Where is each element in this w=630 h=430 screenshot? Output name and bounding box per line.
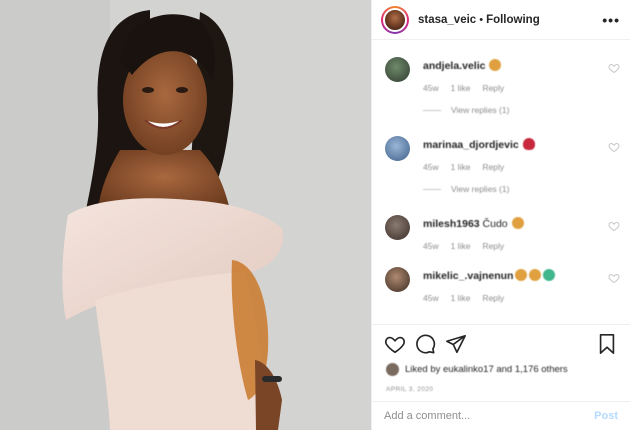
liker-avatar <box>386 363 399 376</box>
post-header: stasa_veic • Following ••• <box>372 0 630 40</box>
emoji-icon <box>522 138 535 150</box>
emoji-icon <box>515 269 528 281</box>
more-icon[interactable]: ••• <box>602 12 620 28</box>
reply-button[interactable]: Reply <box>482 241 504 251</box>
post-photo[interactable] <box>0 0 371 430</box>
commenter-avatar[interactable] <box>385 215 410 240</box>
heart-icon[interactable] <box>608 272 620 284</box>
liked-by-text[interactable]: Liked by eukalinko17 and 1,176 others <box>405 364 568 375</box>
comment-username[interactable]: andjela.velic <box>423 60 485 72</box>
heart-icon[interactable] <box>384 333 406 355</box>
commenter-avatar[interactable] <box>385 57 410 82</box>
likes-summary[interactable]: Liked by eukalinko17 and 1,176 others <box>386 363 568 376</box>
emoji-icon <box>511 217 524 229</box>
comment-input[interactable] <box>384 410 595 422</box>
emoji-icon <box>543 269 556 281</box>
comment-icon[interactable] <box>414 333 436 355</box>
share-icon[interactable] <box>445 333 467 355</box>
commenter-avatar[interactable] <box>385 267 410 292</box>
view-replies-button[interactable]: View replies (1) <box>439 184 594 194</box>
comments-list: andjela.velic 45w 1 like Reply View replie… <box>372 40 630 324</box>
separator-dot: • <box>479 13 484 26</box>
heart-icon[interactable] <box>608 141 620 153</box>
reply-button[interactable]: Reply <box>482 293 504 303</box>
post-date: APRIL 3, 2020 <box>386 386 434 393</box>
post-actions: Liked by eukalinko17 and 1,176 others AP… <box>372 324 630 401</box>
photo-illustration <box>0 0 371 430</box>
emoji-icon <box>489 59 502 71</box>
post-side-panel: stasa_veic • Following ••• andjela.velic… <box>371 0 630 430</box>
heart-icon[interactable] <box>608 62 620 74</box>
instagram-post-modal: stasa_veic • Following ••• andjela.velic… <box>0 0 630 430</box>
follow-button[interactable]: Following <box>486 14 540 26</box>
reply-button[interactable]: Reply <box>482 162 504 172</box>
heart-icon[interactable] <box>608 220 620 232</box>
commenter-avatar[interactable] <box>385 136 410 161</box>
reply-button[interactable]: Reply <box>482 83 504 93</box>
post-comment-button[interactable]: Post <box>594 410 618 422</box>
bookmark-icon[interactable] <box>596 333 618 355</box>
comment-username[interactable]: mikelic_.vajnenun <box>423 270 513 282</box>
action-icons <box>384 333 618 357</box>
add-comment-bar: Post <box>372 401 630 430</box>
author-avatar[interactable] <box>381 5 409 34</box>
view-replies-button[interactable]: View replies (1) <box>439 105 594 115</box>
comment-username[interactable]: milesh1963 <box>423 218 480 230</box>
emoji-icon <box>529 269 542 281</box>
author-username[interactable]: stasa_veic <box>418 14 476 26</box>
comment-username[interactable]: marinaa_djordjevic <box>423 139 519 151</box>
